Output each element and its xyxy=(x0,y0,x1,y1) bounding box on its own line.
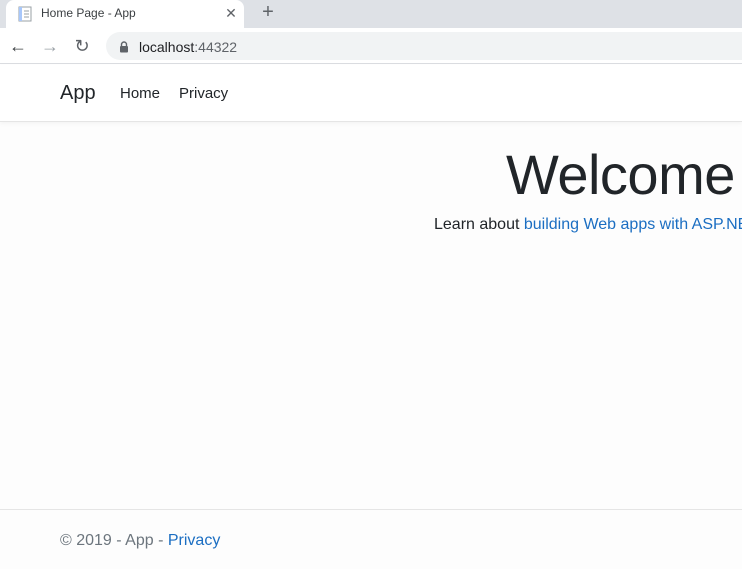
close-icon[interactable]: ✕ xyxy=(223,5,239,21)
footer-text: © 2019 - App - Privacy xyxy=(60,532,220,550)
back-arrow-icon[interactable]: ← xyxy=(8,36,28,56)
tab-title: Home Page - App xyxy=(41,6,136,20)
mouse-cursor-icon xyxy=(652,564,658,569)
url-port: :44322 xyxy=(194,39,238,55)
navbar-brand[interactable]: App xyxy=(60,82,96,105)
lock-icon[interactable] xyxy=(118,40,130,53)
nav-link-home[interactable]: Home xyxy=(120,85,160,102)
browser-toolbar: ← → ↻ localhost:44322 xyxy=(0,28,742,64)
forward-arrow-icon[interactable]: → xyxy=(40,36,60,56)
page-content: App Home Privacy Welcome Learn about bui… xyxy=(0,65,742,569)
hero-text: Learn about building Web apps with ASP.N… xyxy=(434,216,742,234)
footer-copyright: © 2019 - App - xyxy=(60,532,168,549)
url-text[interactable]: localhost:44322 xyxy=(139,39,237,55)
reload-icon[interactable]: ↻ xyxy=(72,36,92,56)
footer-privacy-link[interactable]: Privacy xyxy=(168,532,220,549)
hero-text-prefix: Learn about xyxy=(434,216,524,233)
document-icon xyxy=(18,6,32,22)
docs-link[interactable]: building Web apps with ASP.NE xyxy=(524,216,742,233)
new-tab-button[interactable]: + xyxy=(258,2,278,22)
url-host: localhost xyxy=(139,39,195,55)
site-navbar: App Home Privacy xyxy=(0,65,742,122)
browser-tabstrip: Home Page - App ✕ + xyxy=(0,0,742,28)
browser-tab[interactable]: Home Page - App ✕ xyxy=(6,0,244,28)
site-footer: © 2019 - App - Privacy xyxy=(0,509,742,569)
address-bar[interactable]: localhost:44322 xyxy=(106,32,742,60)
nav-link-privacy[interactable]: Privacy xyxy=(179,85,228,102)
page-title: Welcome xyxy=(506,143,735,206)
